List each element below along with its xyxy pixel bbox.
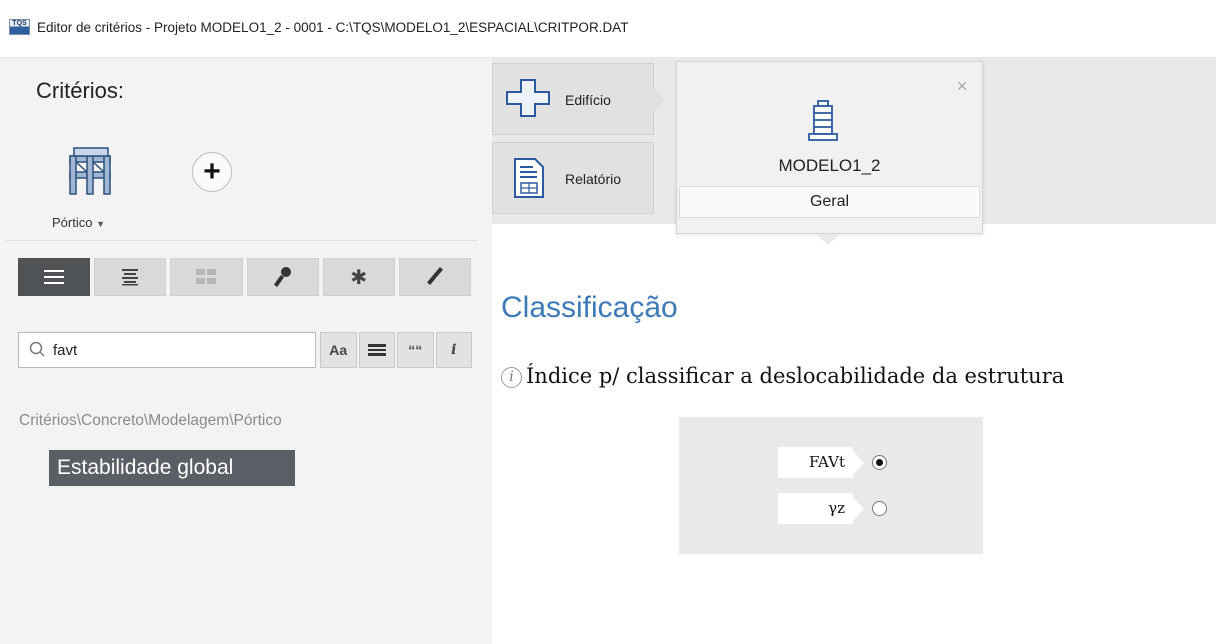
options-panel: FAVt γz — [679, 417, 983, 554]
quote-search-button[interactable]: ““ — [397, 332, 434, 368]
project-subtitle: Geral — [679, 186, 980, 218]
filter-lines-button[interactable] — [358, 332, 395, 368]
report-icon — [514, 158, 544, 198]
add-criteria-button[interactable]: + — [192, 152, 232, 192]
card-pointer — [816, 234, 840, 245]
edificio-button[interactable]: Edifício — [492, 63, 665, 135]
list-view-button[interactable] — [18, 258, 91, 296]
section-title: Classificação — [501, 291, 678, 324]
info-search-button[interactable]: i — [435, 332, 472, 368]
key-icon — [273, 267, 291, 288]
chevron-down-icon: ▼ — [96, 219, 106, 229]
asterisk-icon: ✱ — [350, 266, 368, 289]
search-options: Aa ““ i — [320, 332, 474, 368]
criteria-header: Critérios: — [36, 78, 125, 103]
text-view-button[interactable] — [94, 258, 167, 296]
project-name: MODELO1_2 — [778, 156, 881, 175]
divider — [6, 240, 478, 241]
match-case-button[interactable]: Aa — [320, 332, 357, 368]
text-lines-icon — [122, 269, 139, 286]
option-favt-label: FAVt — [778, 447, 864, 478]
portico-dropdown[interactable]: Pórtico ▼ — [52, 215, 105, 230]
search-field[interactable] — [18, 332, 316, 368]
option-gamma-z-radio[interactable] — [872, 501, 887, 516]
option-favt-radio[interactable] — [872, 455, 887, 470]
tqs-app-icon: TQS — [9, 19, 30, 35]
portico-label: Pórtico — [52, 215, 93, 230]
criteria-sidebar: Critérios: Pórtico ▼ + ✱ favt Aa ““ i Cr… — [0, 58, 484, 644]
info-icon: i — [451, 342, 457, 358]
list-view-icon — [44, 270, 65, 284]
pencil-icon — [426, 267, 443, 285]
grid-view-button[interactable] — [170, 258, 243, 296]
search-input[interactable] — [53, 339, 303, 361]
info-icon[interactable]: i — [501, 367, 522, 388]
relatorio-label: Relatório — [565, 171, 622, 187]
relatorio-button[interactable]: Relatório — [492, 142, 654, 214]
option-gamma-z-label: γz — [778, 493, 864, 524]
grid-view-icon — [196, 269, 217, 284]
panel-splitter[interactable] — [484, 58, 492, 644]
project-card[interactable]: ✕ MODELO1_2 Geral — [676, 61, 983, 234]
question-text: Índice p/ classificar a deslocabilidade … — [526, 364, 1065, 388]
building-plus-icon — [506, 79, 550, 117]
criterion-question: i Índice p/ classificar a deslocabilidade… — [501, 364, 1064, 388]
close-x-icon[interactable]: ✕ — [956, 78, 968, 95]
search-icon — [29, 341, 45, 357]
nav-arrow — [653, 87, 665, 113]
pencil-button[interactable] — [398, 258, 472, 296]
lines-filter-icon — [367, 344, 386, 356]
window-title: Editor de critérios - Projeto MODELO1_2 … — [37, 20, 629, 35]
edificio-label: Edifício — [565, 92, 611, 108]
view-toolbar: ✱ — [18, 258, 475, 298]
criteria-breadcrumb: Critérios\Concreto\Modelagem\Pórtico — [19, 412, 282, 429]
asterisk-button[interactable]: ✱ — [322, 258, 395, 296]
title-bar: TQS Editor de critérios - Projeto MODELO… — [0, 0, 1216, 58]
building-icon — [808, 100, 838, 141]
plus-icon: + — [203, 155, 221, 188]
key-button[interactable] — [246, 258, 319, 296]
portico-frame-icon[interactable] — [66, 146, 114, 196]
tree-item-estabilidade-global[interactable]: Estabilidade global — [49, 450, 295, 486]
